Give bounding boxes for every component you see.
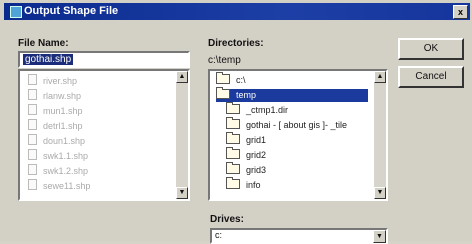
window-app-icon xyxy=(10,6,22,18)
directory-item[interactable]: grid3 xyxy=(226,162,366,177)
file-list[interactable]: river.shp rlanw.shp mun1.shp detrl1.shp doun… xyxy=(18,69,190,201)
directory-item-label: temp xyxy=(236,90,257,100)
file-list-item-label: sewe11.shp xyxy=(43,181,91,191)
file-list-item[interactable]: detrl1.shp xyxy=(28,119,83,131)
drive-select-value: c: xyxy=(215,230,223,240)
folder-icon xyxy=(216,72,230,84)
file-list-item-label: rlanw.shp xyxy=(43,91,82,101)
file-list-item-label: swk1.1.shp xyxy=(43,151,89,161)
title-bar[interactable]: Output Shape File x xyxy=(4,3,470,20)
directory-item[interactable]: temp xyxy=(216,87,368,102)
file-icon xyxy=(28,134,37,145)
window-title: Output Shape File xyxy=(24,5,119,17)
directory-item[interactable]: gothai - [ about gis ]- _tile xyxy=(226,117,366,132)
file-icon xyxy=(28,119,37,130)
file-list-item-label: river.shp xyxy=(43,76,78,86)
directories-label: Directories: xyxy=(208,38,264,49)
scroll-down-icon[interactable]: ▼ xyxy=(374,187,386,199)
directory-item-label: info xyxy=(246,180,261,190)
file-icon xyxy=(28,104,37,115)
directory-item[interactable]: grid2 xyxy=(226,147,366,162)
directory-item-label: c:\ xyxy=(236,75,246,85)
dialog-window: Output Shape File x File Name: gothai.sh… xyxy=(0,0,472,244)
folder-icon xyxy=(226,132,240,144)
file-list-item-label: doun1.shp xyxy=(43,136,86,146)
directory-item-label: grid1 xyxy=(246,135,267,145)
directory-item[interactable]: info xyxy=(226,177,366,192)
file-name-input[interactable]: gothai.shp xyxy=(18,51,190,68)
ok-button[interactable]: OK xyxy=(398,38,464,60)
drives-label: Drives: xyxy=(210,214,244,225)
close-button[interactable]: x xyxy=(453,5,468,19)
directory-list[interactable]: c:\ temp _ctmp1.dirgothai - [ about gis ]-… xyxy=(208,69,388,201)
file-icon xyxy=(28,149,37,160)
file-list-item[interactable]: sewe11.shp xyxy=(28,179,90,191)
current-directory-path: c:\temp xyxy=(208,55,241,66)
scroll-down-icon[interactable]: ▼ xyxy=(176,187,188,199)
directory-item[interactable]: grid1 xyxy=(226,132,366,147)
file-list-item[interactable]: swk1.2.shp xyxy=(28,164,88,176)
file-list-item[interactable]: river.shp xyxy=(28,74,77,86)
file-icon xyxy=(28,74,37,85)
folder-icon xyxy=(226,102,240,114)
drive-select[interactable]: c: ▼ xyxy=(210,228,388,244)
file-list-scrollbar[interactable]: ▲ ▼ xyxy=(176,71,188,199)
file-list-item-label: swk1.2.shp xyxy=(43,166,89,176)
folder-icon xyxy=(226,117,240,129)
directory-item-label: grid3 xyxy=(246,165,267,175)
file-list-item-label: detrl1.shp xyxy=(43,121,83,131)
scroll-up-icon[interactable]: ▲ xyxy=(176,71,188,83)
directory-item[interactable]: _ctmp1.dir xyxy=(226,102,366,117)
file-icon xyxy=(28,89,37,100)
folder-icon xyxy=(216,87,230,99)
file-icon xyxy=(28,179,37,190)
directory-item[interactable]: c:\ xyxy=(216,72,368,87)
file-list-item[interactable]: doun1.shp xyxy=(28,134,85,146)
file-list-item[interactable]: swk1.1.shp xyxy=(28,149,88,161)
dropdown-arrow-icon[interactable]: ▼ xyxy=(373,230,386,243)
folder-icon xyxy=(226,147,240,159)
folder-icon xyxy=(226,162,240,174)
folder-icon xyxy=(226,177,240,189)
directory-list-scrollbar[interactable]: ▲ ▼ xyxy=(374,71,386,199)
file-list-item[interactable]: mun1.shp xyxy=(28,104,83,116)
file-list-item[interactable]: rlanw.shp xyxy=(28,89,81,101)
file-name-label: File Name: xyxy=(18,38,69,49)
file-name-value: gothai.shp xyxy=(23,54,74,65)
directory-item-label: grid2 xyxy=(246,150,267,160)
scroll-up-icon[interactable]: ▲ xyxy=(374,71,386,83)
directory-item-label: _ctmp1.dir xyxy=(246,105,289,115)
directory-item-label: gothai - [ about gis ]- _tile xyxy=(246,120,348,130)
file-list-item-label: mun1.shp xyxy=(43,106,83,116)
file-icon xyxy=(28,164,37,175)
cancel-button[interactable]: Cancel xyxy=(398,66,464,88)
